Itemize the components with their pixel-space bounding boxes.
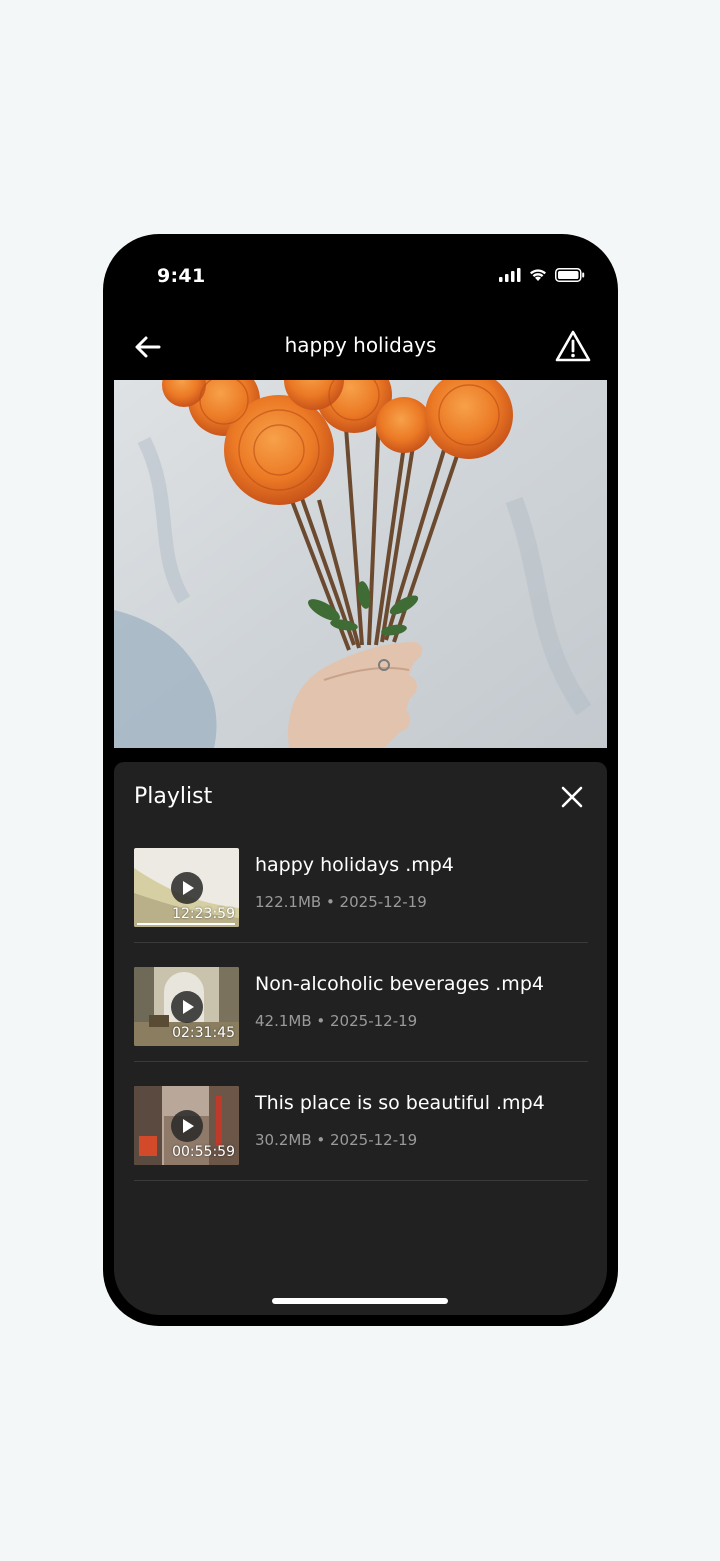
video-title: Non-alcoholic beverages .mp4 — [255, 973, 544, 995]
play-icon — [171, 872, 203, 904]
close-icon — [561, 786, 583, 808]
video-title: happy holidays .mp4 — [255, 854, 454, 876]
video-meta: 42.1MB • 2025-12-19 — [255, 1012, 418, 1030]
video-frame — [114, 380, 607, 748]
back-button[interactable] — [132, 331, 164, 363]
playlist-title: Playlist — [134, 784, 213, 809]
status-bar: 9:41 — [114, 245, 607, 305]
video-player[interactable] — [114, 380, 607, 748]
report-button[interactable] — [555, 329, 591, 363]
playlist-item[interactable]: 00:55:59 This place is so beautiful .mp4… — [134, 1062, 588, 1181]
video-meta: 30.2MB • 2025-12-19 — [255, 1131, 418, 1149]
warning-triangle-icon — [555, 330, 591, 362]
status-icons — [499, 267, 585, 282]
wifi-icon — [530, 269, 546, 281]
page-title: happy holidays — [284, 333, 437, 357]
video-thumbnail: 02:31:45 — [134, 967, 239, 1046]
video-title: This place is so beautiful .mp4 — [255, 1092, 545, 1114]
signal-icon — [499, 267, 521, 282]
video-duration: 02:31:45 — [172, 1025, 235, 1041]
playlist-panel: Playlist 12:23:59 happy holidays .mp4 12… — [114, 762, 607, 1315]
home-indicator[interactable] — [272, 1298, 448, 1304]
playlist-item[interactable]: 02:31:45 Non-alcoholic beverages .mp4 42… — [134, 943, 588, 1062]
phone-frame: 9:41 happy holidays Playlist 12:23:59 ha… — [103, 234, 618, 1326]
playlist-item[interactable]: 12:23:59 happy holidays .mp4 122.1MB • 2… — [134, 824, 588, 943]
top-bar: happy holidays — [114, 315, 607, 379]
status-time: 9:41 — [157, 265, 206, 287]
battery-icon — [555, 267, 585, 282]
video-meta: 122.1MB • 2025-12-19 — [255, 893, 427, 911]
arrow-left-icon — [135, 336, 161, 358]
play-icon — [171, 1110, 203, 1142]
video-thumbnail: 00:55:59 — [134, 1086, 239, 1165]
video-duration: 00:55:59 — [172, 1144, 235, 1160]
play-icon — [171, 991, 203, 1023]
video-thumbnail: 12:23:59 — [134, 848, 239, 927]
screen: 9:41 happy holidays Playlist 12:23:59 ha… — [114, 245, 607, 1315]
close-playlist-button[interactable] — [559, 784, 585, 810]
video-duration: 12:23:59 — [172, 906, 235, 922]
watch-progress — [137, 923, 235, 925]
